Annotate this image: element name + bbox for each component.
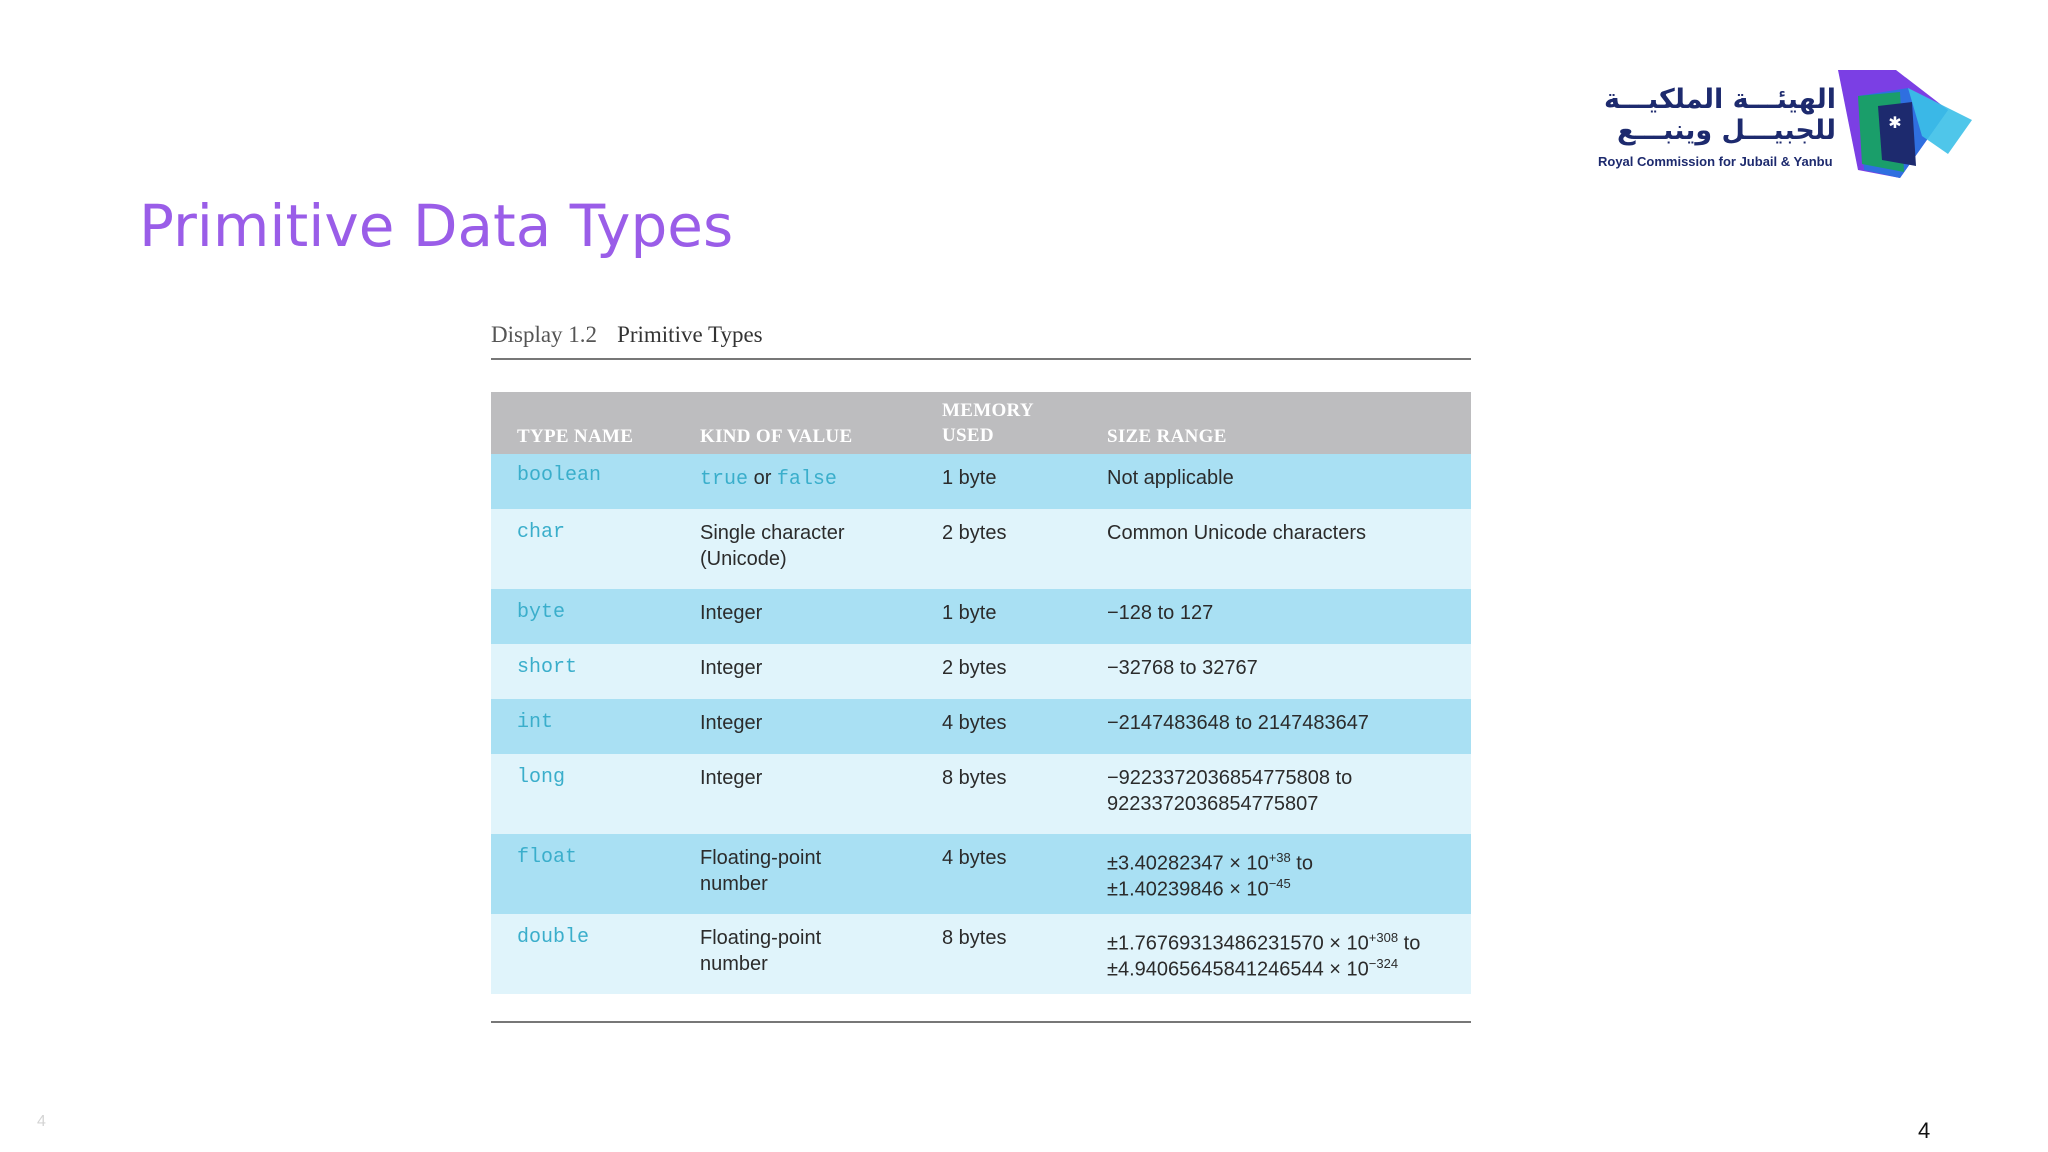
header-memory-used-line2: USED: [942, 425, 994, 446]
kind-of-value-line1: Floating-point: [700, 847, 822, 869]
size-range-cell: −128 to 127: [1107, 602, 1214, 624]
range-base: ±1.40239846 × 10: [1107, 878, 1269, 901]
memory-cell: 4 bytes: [942, 847, 1007, 869]
kind-of-value-line1: Floating-point: [700, 927, 822, 949]
memory-cell: 4 bytes: [942, 712, 1007, 734]
memory-cell: 8 bytes: [942, 927, 1007, 949]
display-caption: Display 1.2 Primitive Types: [491, 322, 1471, 360]
size-range-line2: ±4.94065645841246544 × 10−324: [1107, 951, 1398, 983]
size-range-cell: −2147483648 to 2147483647: [1107, 712, 1369, 734]
kind-of-value-cell: Integer: [700, 657, 763, 679]
type-name-cell: int: [517, 711, 554, 734]
type-name-cell: byte: [517, 601, 566, 624]
table-row-int: int Integer 4 bytes −2147483648 to 21474…: [491, 699, 1471, 754]
corner-slide-number: 4: [37, 1113, 46, 1130]
table-bottom-rule: [491, 1021, 1471, 1023]
kind-of-value-line2: number: [700, 953, 768, 975]
kind-of-value-line2: number: [700, 873, 768, 895]
type-name-cell: boolean: [517, 464, 602, 487]
logo-emblem-icon: ✱: [1838, 70, 1972, 178]
header-size-range: SIZE RANGE: [1107, 426, 1227, 447]
size-range-cell: Common Unicode characters: [1107, 522, 1366, 544]
memory-cell: 1 byte: [942, 602, 997, 624]
memory-cell: 8 bytes: [942, 767, 1007, 789]
range-exponent: −324: [1368, 956, 1399, 971]
page-number: 4: [1918, 1118, 1931, 1143]
range-exponent: −45: [1268, 876, 1291, 891]
range-base: ±4.94065645841246544 × 10: [1107, 958, 1369, 981]
size-range-line1: −9223372036854775808 to: [1107, 767, 1353, 789]
table-row-float: float Floating-point number 4 bytes ±3.4…: [491, 834, 1471, 914]
size-range-line2: 9223372036854775807: [1107, 793, 1319, 815]
table-row-byte: byte Integer 1 byte −128 to 127: [491, 589, 1471, 644]
size-range-line2: ±1.40239846 × 10−45: [1107, 871, 1291, 903]
type-name-cell: long: [517, 766, 566, 789]
table-row-char: char Single character (Unicode) 2 bytes …: [491, 509, 1471, 589]
primitive-types-table: TYPE NAME KIND OF VALUE MEMORY USED SIZE…: [491, 392, 1471, 994]
kind-false: false: [776, 468, 837, 491]
kind-of-value-line1: Single character: [700, 522, 845, 544]
memory-cell: 2 bytes: [942, 657, 1007, 679]
header-type-name: TYPE NAME: [517, 426, 634, 447]
kind-of-value-cell: Integer: [700, 602, 763, 624]
kind-of-value-cell: Integer: [700, 767, 763, 789]
table-row-boolean: boolean true or false 1 byte Not applica…: [491, 454, 1471, 509]
kind-of-value-cell: true or false: [700, 465, 837, 493]
header-memory-used-line1: MEMORY: [942, 400, 1034, 421]
type-name-cell: short: [517, 656, 578, 679]
kind-true: true: [700, 468, 749, 491]
size-range-cell: Not applicable: [1107, 467, 1234, 489]
memory-cell: 1 byte: [942, 467, 997, 489]
table-row-double: double Floating-point number 8 bytes ±1.…: [491, 914, 1471, 994]
display-number: Display 1.2: [491, 322, 598, 347]
type-name-cell: double: [517, 926, 590, 949]
display-name: Primitive Types: [617, 322, 763, 347]
range-exponent: +38: [1268, 850, 1291, 865]
logo-arabic-line2: للجبيـــل وينبـــع: [1617, 115, 1836, 146]
logo-english-text: Royal Commission for Jubail & Yanbu: [1598, 154, 1833, 169]
range-exponent: +308: [1368, 930, 1399, 945]
slide-title: Primitive Data Types: [139, 192, 734, 260]
memory-cell: 2 bytes: [942, 522, 1007, 544]
header-kind-of-value: KIND OF VALUE: [700, 426, 853, 447]
range-tail: to: [1290, 852, 1313, 875]
size-range-cell: −32768 to 32767: [1107, 657, 1258, 679]
kind-or: or: [748, 467, 777, 489]
range-tail: to: [1398, 932, 1421, 955]
table-header: TYPE NAME KIND OF VALUE MEMORY USED SIZE…: [491, 392, 1471, 454]
royal-commission-logo: الهيئـــة الملكيـــة للجبيـــل وينبـــع …: [1588, 66, 1986, 182]
type-name-cell: char: [517, 521, 566, 544]
table-row-short: short Integer 2 bytes −32768 to 32767: [491, 644, 1471, 699]
kind-of-value-line2: (Unicode): [700, 548, 787, 570]
type-name-cell: float: [517, 846, 578, 869]
logo-arabic-line1: الهيئـــة الملكيـــة: [1603, 84, 1836, 115]
kind-of-value-cell: Integer: [700, 712, 763, 734]
table-row-long: long Integer 8 bytes −922337203685477580…: [491, 754, 1471, 834]
svg-text:✱: ✱: [1888, 113, 1901, 132]
